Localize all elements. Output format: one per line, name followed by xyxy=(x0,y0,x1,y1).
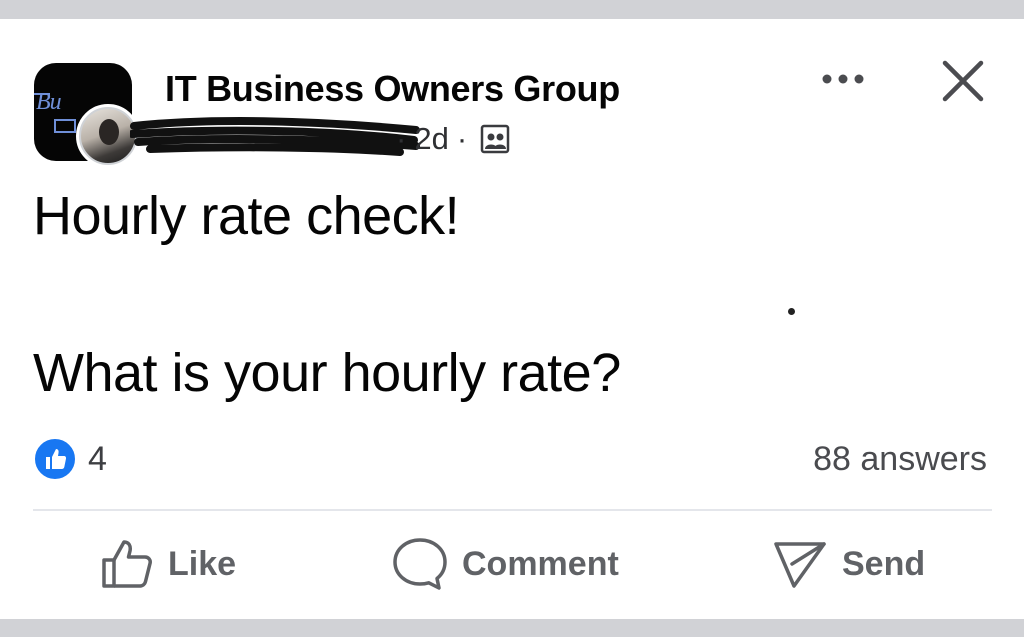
meta-separator: · xyxy=(396,120,407,156)
like-button[interactable]: Like xyxy=(100,538,236,590)
close-icon[interactable] xyxy=(940,58,986,104)
members-icon xyxy=(480,124,510,154)
comment-button[interactable]: Comment xyxy=(392,538,619,590)
author-photo xyxy=(79,107,137,165)
reaction-count: 4 xyxy=(88,440,107,478)
group-logo-box xyxy=(54,119,76,133)
top-separator xyxy=(0,0,1024,19)
post-body-line-1: Hourly rate check! xyxy=(33,186,460,246)
stray-dot xyxy=(788,308,795,315)
redacted-author-name xyxy=(130,117,420,156)
comment-label: Comment xyxy=(462,544,619,583)
send-label: Send xyxy=(842,544,926,583)
actions-divider xyxy=(33,509,992,511)
post-meta: · 2d · xyxy=(388,119,511,157)
post-body-line-2: What is your hourly rate? xyxy=(33,343,621,403)
group-logo-mark: Bu xyxy=(36,89,62,115)
answers-count[interactable]: 88 answers xyxy=(813,437,987,481)
more-horizontal-icon[interactable] xyxy=(818,69,868,89)
post-time[interactable]: 2d xyxy=(414,121,448,156)
send-arrow-icon xyxy=(774,542,826,588)
like-label: Like xyxy=(168,544,237,583)
meta-separator-2: · xyxy=(456,120,468,156)
speech-bubble-icon xyxy=(393,538,447,590)
like-reaction-icon xyxy=(33,437,77,481)
group-name-link[interactable]: IT Business Owners Group xyxy=(165,68,620,110)
send-button[interactable]: Send xyxy=(772,538,925,590)
bottom-separator xyxy=(0,619,1024,637)
thumbs-up-icon xyxy=(102,540,152,588)
